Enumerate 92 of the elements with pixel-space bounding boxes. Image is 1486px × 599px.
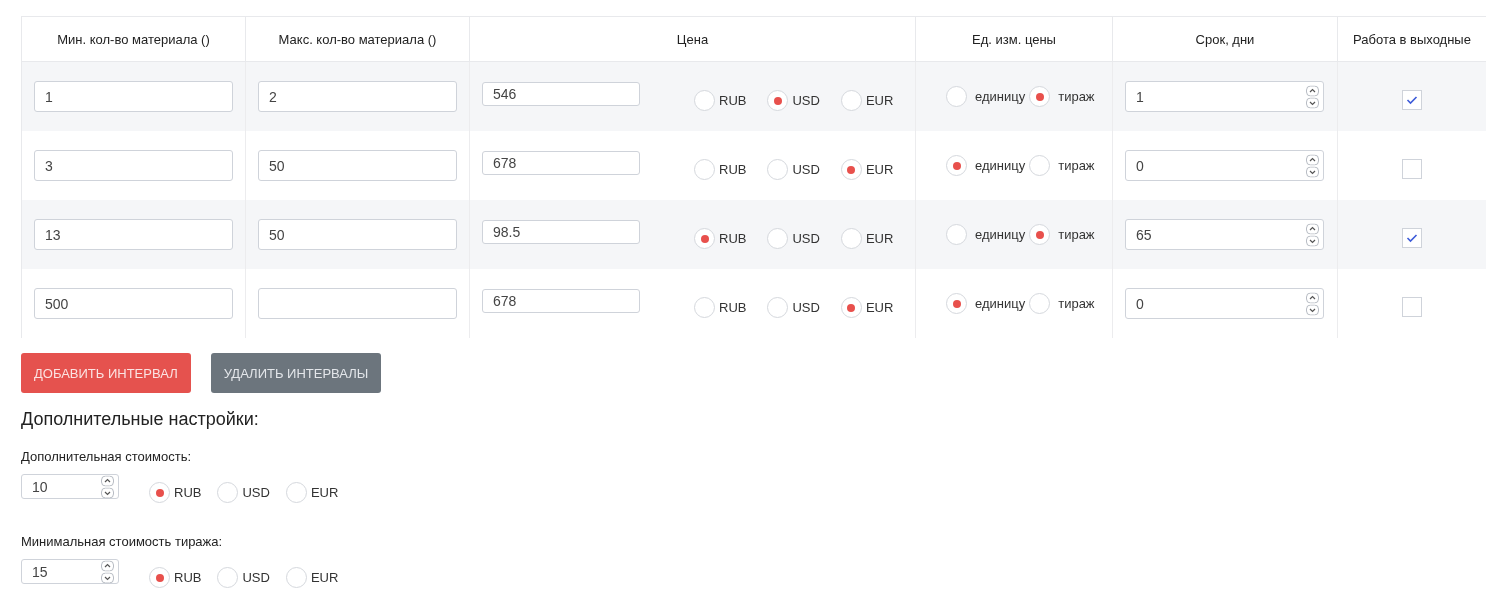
spin-down-icon[interactable] xyxy=(1306,304,1319,315)
radio-circle[interactable] xyxy=(1029,155,1051,176)
radio-option[interactable]: USD xyxy=(217,482,270,503)
radio-circle[interactable] xyxy=(1029,293,1051,314)
radio-circle[interactable] xyxy=(767,159,789,180)
setting-label: Дополнительная стоимость: xyxy=(21,449,193,464)
number-field[interactable]: 65 xyxy=(1125,219,1324,250)
radio-circle[interactable] xyxy=(285,567,307,588)
spin-up-icon[interactable] xyxy=(101,475,114,486)
radio-circle[interactable] xyxy=(767,297,789,318)
radio-option[interactable]: тираж xyxy=(1029,86,1095,107)
radio-circle[interactable] xyxy=(840,159,862,180)
radio-circle[interactable] xyxy=(767,90,789,111)
price-field[interactable]: 678 xyxy=(482,150,640,175)
radio-option[interactable]: EUR xyxy=(840,297,894,318)
radio-circle[interactable] xyxy=(694,228,715,249)
radio-circle[interactable] xyxy=(217,482,239,503)
radio-circle[interactable] xyxy=(840,228,862,249)
radio-option[interactable]: RUB xyxy=(694,297,747,318)
radio-circle[interactable] xyxy=(840,297,862,318)
delete-button[interactable]: УДАЛИТЬ ИНТЕРВАЛЫ xyxy=(210,353,382,393)
number-field[interactable]: 1 xyxy=(1125,81,1324,112)
spin-up-icon[interactable] xyxy=(1306,223,1319,234)
weekend-checkbox[interactable] xyxy=(1402,89,1422,110)
radio-option[interactable]: RUB xyxy=(694,90,747,111)
radio-option[interactable]: EUR xyxy=(840,159,894,180)
radio-option[interactable]: EUR xyxy=(285,567,339,588)
spin-up-icon[interactable] xyxy=(1306,85,1319,96)
number-field[interactable]: 0 xyxy=(1125,288,1324,319)
radio-option[interactable]: USD xyxy=(767,297,820,318)
radio-circle[interactable] xyxy=(694,297,715,318)
radio-circle[interactable] xyxy=(149,482,170,503)
spin-up-icon[interactable] xyxy=(1306,292,1319,303)
min-field[interactable]: 500 xyxy=(34,288,233,319)
radio-circle[interactable] xyxy=(1029,224,1051,245)
max-field[interactable]: 50 xyxy=(258,150,457,181)
price-field[interactable]: 98.5 xyxy=(482,219,640,244)
section-title: Дополнительные настройки: xyxy=(21,409,260,430)
spin-down-icon[interactable] xyxy=(101,572,114,583)
radio-option[interactable]: RUB xyxy=(149,567,202,588)
radio-option[interactable]: тираж xyxy=(1029,293,1095,314)
radio-circle[interactable] xyxy=(840,90,862,111)
weekend-checkbox[interactable] xyxy=(1402,296,1422,317)
radio-circle[interactable] xyxy=(946,224,967,245)
radio-option[interactable]: USD xyxy=(767,228,820,249)
radio-option[interactable]: единицу xyxy=(946,155,1026,176)
radio-circle[interactable] xyxy=(217,567,239,588)
radio-circle[interactable] xyxy=(946,293,967,314)
radio-circle[interactable] xyxy=(694,90,715,111)
check-icon xyxy=(1406,232,1418,243)
setting-label: Минимальная стоимость тиража: xyxy=(21,534,224,549)
number-field[interactable]: 10 xyxy=(21,474,119,499)
spin-down-icon[interactable] xyxy=(101,487,114,498)
radio-option[interactable]: тираж xyxy=(1029,224,1095,245)
radio-circle[interactable] xyxy=(285,482,307,503)
radio-circle[interactable] xyxy=(1029,86,1051,107)
radio-option[interactable]: EUR xyxy=(840,90,894,111)
min-field[interactable]: 3 xyxy=(34,150,233,181)
radio-option[interactable]: EUR xyxy=(840,228,894,249)
radio-circle[interactable] xyxy=(767,228,789,249)
weekend-checkbox[interactable] xyxy=(1402,227,1422,248)
radio-option[interactable]: USD xyxy=(767,90,820,111)
radio-option[interactable]: RUB xyxy=(694,159,747,180)
max-field[interactable]: 2 xyxy=(258,81,457,112)
price-field[interactable]: 678 xyxy=(482,288,640,313)
spin-down-icon[interactable] xyxy=(1306,235,1319,246)
spin-down-icon[interactable] xyxy=(1306,166,1319,177)
radio-option[interactable]: RUB xyxy=(694,228,747,249)
radio-circle[interactable] xyxy=(149,567,170,588)
radio-option[interactable]: единицу xyxy=(946,293,1026,314)
max-field[interactable] xyxy=(258,288,457,319)
radio-option[interactable]: тираж xyxy=(1029,155,1095,176)
radio-circle[interactable] xyxy=(946,86,967,107)
max-field[interactable]: 50 xyxy=(258,219,457,250)
radio-option[interactable]: USD xyxy=(767,159,820,180)
radio-option[interactable]: единицу xyxy=(946,86,1026,107)
radio-circle[interactable] xyxy=(694,159,715,180)
spin-up-icon[interactable] xyxy=(1306,154,1319,165)
weekend-checkbox[interactable] xyxy=(1402,158,1422,179)
radio-option[interactable]: единицу xyxy=(946,224,1026,245)
price-field[interactable]: 546 xyxy=(482,81,640,106)
radio-option[interactable]: RUB xyxy=(149,482,202,503)
check-icon xyxy=(1406,94,1418,105)
min-field[interactable]: 13 xyxy=(34,219,233,250)
spin-up-icon[interactable] xyxy=(101,560,114,571)
spin-down-icon[interactable] xyxy=(1306,97,1319,108)
radio-option[interactable]: USD xyxy=(217,567,270,588)
min-field[interactable]: 1 xyxy=(34,81,233,112)
number-field[interactable]: 0 xyxy=(1125,150,1324,181)
number-field[interactable]: 15 xyxy=(21,559,119,584)
radio-circle[interactable] xyxy=(946,155,967,176)
radio-option[interactable]: EUR xyxy=(285,482,339,503)
